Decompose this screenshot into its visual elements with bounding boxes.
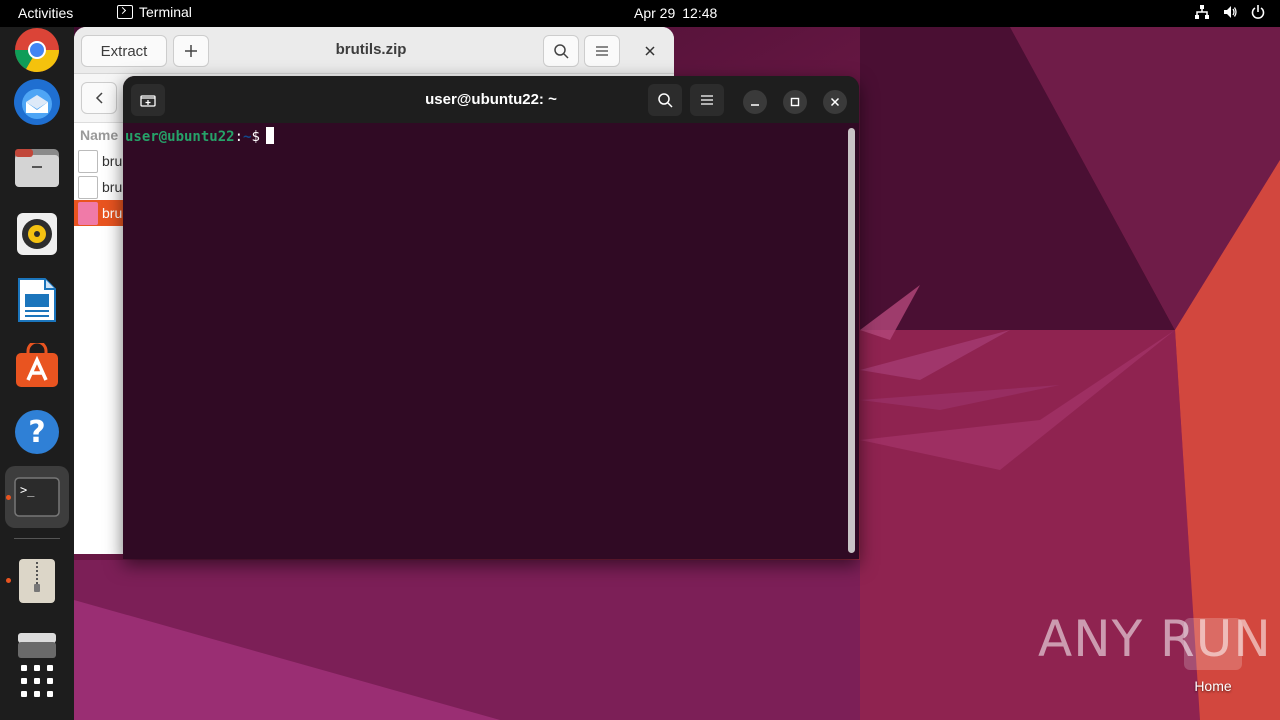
thunderbird-icon	[14, 79, 60, 125]
top-bar: Activities Terminal Apr 29 12:48	[0, 0, 1280, 27]
clock-date: Apr 29	[634, 5, 676, 21]
dock: ? >_	[0, 27, 74, 720]
dock-item-terminal[interactable]: >_	[5, 466, 69, 528]
archive-header-bar: Extract brutils.zip	[74, 27, 674, 74]
terminal-menu-button[interactable]	[690, 84, 724, 116]
app-menu[interactable]: Terminal	[117, 4, 192, 20]
search-icon	[658, 93, 673, 108]
package-file-icon	[78, 202, 98, 225]
archive-running-indicator	[6, 578, 11, 583]
minimize-button[interactable]	[743, 90, 767, 114]
dock-separator	[14, 538, 60, 539]
volume-icon	[1224, 6, 1237, 18]
speaker-icon	[17, 213, 57, 255]
clock-time: 12:48	[682, 5, 718, 21]
system-tray[interactable]	[1194, 4, 1266, 20]
clock[interactable]: Apr 29 12:48	[634, 5, 717, 21]
zip-archive-icon	[19, 559, 55, 603]
file-name: bru	[102, 179, 123, 195]
file-name: bru	[102, 153, 123, 169]
terminal-window: user@ubuntu22: ~ user@ubuntu22:~$	[123, 76, 859, 559]
home-folder-label[interactable]: Home	[1170, 678, 1256, 694]
dock-item-show-apps[interactable]	[5, 650, 69, 712]
dock-item-app-center[interactable]	[5, 335, 69, 397]
help-icon: ?	[15, 410, 59, 454]
minimize-icon	[751, 104, 759, 106]
app-menu-label: Terminal	[139, 4, 192, 20]
network-icon	[1195, 5, 1209, 19]
archive-close-button[interactable]	[634, 35, 666, 67]
dock-item-help[interactable]: ?	[5, 401, 69, 463]
close-icon	[645, 46, 655, 56]
watermark-text: ANY RUN	[1038, 610, 1272, 668]
chevron-left-icon	[95, 92, 103, 104]
dock-item-thunderbird[interactable]	[5, 71, 69, 133]
power-icon	[1251, 5, 1265, 19]
search-icon	[554, 44, 569, 59]
text-cursor	[265, 127, 274, 144]
hamburger-menu-icon	[596, 46, 608, 56]
archive-back-button[interactable]	[81, 82, 117, 114]
prompt-separator: :	[234, 129, 244, 145]
shopping-bag-icon	[16, 343, 58, 387]
column-header-name[interactable]: Name	[80, 127, 118, 143]
writer-document-icon	[18, 278, 56, 322]
close-button[interactable]	[823, 90, 847, 114]
hamburger-menu-icon	[701, 95, 713, 105]
zip-file-icon	[78, 176, 98, 199]
terminal-icon: >_	[14, 477, 60, 517]
folder-icon	[15, 149, 59, 187]
prompt-symbol: $	[251, 129, 260, 145]
archive-menu-button[interactable]	[584, 35, 620, 67]
dock-item-rhythmbox[interactable]	[5, 203, 69, 265]
svg-text:?: ?	[28, 415, 45, 450]
terminal-scrollbar[interactable]	[848, 128, 855, 553]
maximize-icon	[790, 97, 800, 107]
svg-text:>_: >_	[20, 483, 35, 497]
terminal-output[interactable]: user@ubuntu22:~$	[123, 123, 859, 559]
terminal-app-icon	[117, 5, 133, 19]
app-grid-icon	[21, 665, 53, 697]
archive-search-button[interactable]	[543, 35, 579, 67]
dock-item-writer[interactable]	[5, 269, 69, 331]
prompt-user-host: user@ubuntu22	[125, 129, 235, 145]
close-icon	[830, 97, 840, 107]
terminal-search-button[interactable]	[648, 84, 682, 116]
chrome-icon	[15, 28, 59, 72]
dock-item-archive-manager[interactable]	[5, 550, 69, 612]
terminal-header-bar: user@ubuntu22: ~	[123, 76, 859, 123]
maximize-button[interactable]	[783, 90, 807, 114]
terminal-running-indicator	[6, 495, 11, 500]
file-name: bru	[102, 205, 123, 221]
dock-item-files[interactable]	[5, 137, 69, 199]
zip-file-icon	[78, 150, 98, 173]
